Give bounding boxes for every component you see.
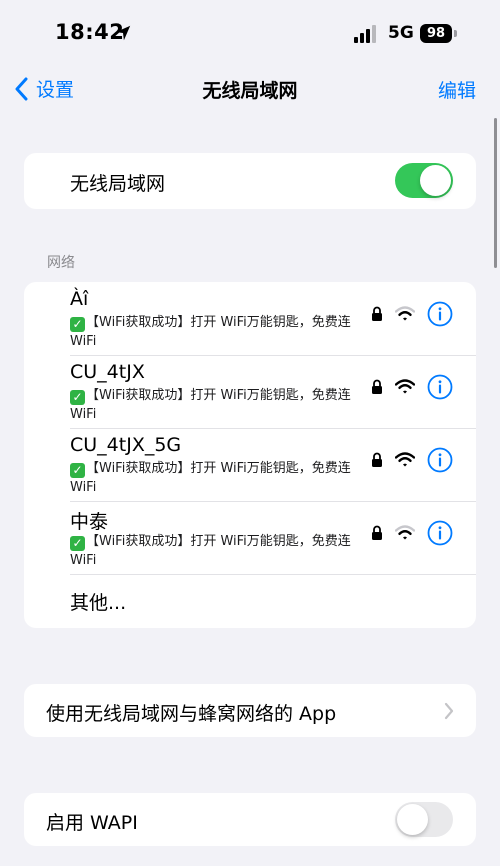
- wifi-signal-icon: [395, 452, 415, 467]
- battery-icon: 98: [420, 24, 452, 43]
- scroll-indicator[interactable]: [494, 118, 497, 268]
- wapi-label: 启用 WAPI: [46, 812, 138, 834]
- toggle-knob: [420, 165, 451, 196]
- wapi-toggle-switch[interactable]: [395, 802, 453, 837]
- check-icon: ✓: [70, 536, 85, 551]
- info-icon[interactable]: [427, 374, 453, 400]
- networks-section-header: 网络: [47, 255, 75, 271]
- battery-nub: [454, 30, 457, 37]
- network-description: ✓ 【WiFi获取成功】打开 WiFi万能钥匙，免费连 WiFi: [70, 461, 351, 495]
- apps-using-wifi-label: 使用无线局域网与蜂窝网络的 App: [46, 703, 337, 725]
- wifi-toggle-label: 无线局域网: [70, 173, 166, 195]
- network-row[interactable]: CU_4tJX_5G ✓ 【WiFi获取成功】打开 WiFi万能钥匙，免费连 Wi…: [24, 428, 476, 501]
- wifi-toggle-switch[interactable]: [395, 163, 453, 198]
- battery-level: 98: [426, 26, 446, 41]
- network-ssid: 中泰: [70, 511, 109, 533]
- other-network-row[interactable]: 其他...: [24, 574, 476, 628]
- check-icon: ✓: [70, 390, 85, 405]
- network-ssid: Àî: [70, 288, 89, 310]
- network-description: ✓ 【WiFi获取成功】打开 WiFi万能钥匙，免费连 WiFi: [70, 388, 351, 422]
- wifi-toggle-row: 无线局域网: [24, 153, 476, 209]
- wifi-signal-icon: [395, 306, 415, 321]
- lock-icon: [372, 452, 382, 467]
- lock-icon: [372, 379, 382, 394]
- wifi-toggle-card: 无线局域网: [24, 153, 476, 209]
- chevron-right-icon: [444, 702, 454, 720]
- check-icon: ✓: [70, 463, 85, 478]
- cellular-signal-icon: [354, 25, 376, 43]
- wifi-signal-icon: [395, 379, 415, 394]
- lock-icon: [372, 525, 382, 540]
- lock-icon: [372, 306, 382, 321]
- check-icon: ✓: [70, 317, 85, 332]
- network-ssid: CU_4tJX_5G: [70, 434, 182, 456]
- network-row[interactable]: CU_4tJX ✓ 【WiFi获取成功】打开 WiFi万能钥匙，免费连 WiFi: [24, 355, 476, 428]
- networks-card: Àî ✓ 【WiFi获取成功】打开 WiFi万能钥匙，免费连 WiFi CU_4t…: [24, 282, 476, 628]
- other-network-label: 其他...: [70, 592, 127, 614]
- status-bar: 18:42 5G 98: [0, 0, 500, 66]
- location-arrow-icon: [115, 25, 131, 41]
- network-ssid: CU_4tJX: [70, 361, 145, 383]
- network-row[interactable]: Àî ✓ 【WiFi获取成功】打开 WiFi万能钥匙，免费连 WiFi: [24, 282, 476, 355]
- network-description: ✓ 【WiFi获取成功】打开 WiFi万能钥匙，免费连 WiFi: [70, 534, 351, 568]
- edit-button[interactable]: 编辑: [438, 76, 476, 103]
- wapi-card: 启用 WAPI: [24, 793, 476, 846]
- page-title: 无线局域网: [202, 80, 298, 102]
- network-row[interactable]: 中泰 ✓ 【WiFi获取成功】打开 WiFi万能钥匙，免费连 WiFi: [24, 501, 476, 574]
- network-type: 5G: [388, 23, 414, 43]
- wifi-signal-icon: [395, 525, 415, 540]
- info-icon[interactable]: [427, 520, 453, 546]
- toggle-knob: [397, 804, 428, 835]
- apps-using-wifi-row[interactable]: 使用无线局域网与蜂窝网络的 App: [24, 684, 476, 737]
- navigation-bar: 设置 无线局域网 编辑: [0, 66, 500, 110]
- info-icon[interactable]: [427, 447, 453, 473]
- info-icon[interactable]: [427, 301, 453, 327]
- network-description: ✓ 【WiFi获取成功】打开 WiFi万能钥匙，免费连 WiFi: [70, 315, 351, 349]
